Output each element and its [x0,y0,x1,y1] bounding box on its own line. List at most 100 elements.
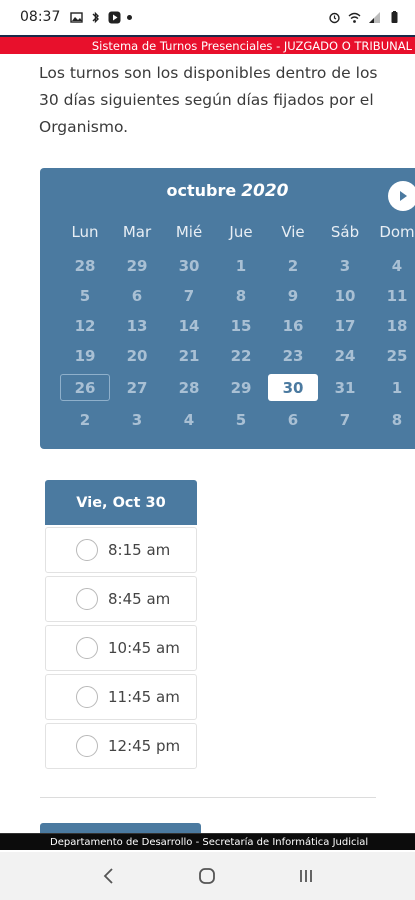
status-right-icons [328,10,401,24]
image-icon [70,11,84,23]
calendar-day[interactable]: 8 [371,406,415,433]
calendar-day[interactable]: 29 [111,252,163,279]
alarm-icon [329,12,340,23]
weekday-label: Lun [71,223,99,241]
calendar-day[interactable]: 25 [371,342,415,369]
radio-button[interactable] [76,637,98,659]
chevron-right-icon [400,191,407,201]
back-icon [103,868,113,884]
time-slot[interactable]: 8:15 am [45,527,197,573]
calendar-day[interactable]: 4 [371,252,415,279]
calendar-day[interactable]: 11 [371,282,415,309]
calendar-day[interactable]: 15 [215,312,267,339]
calendar-week-row: 28 29 30 1 2 3 4 [59,252,415,279]
calendar-day[interactable]: 1 [371,374,415,401]
time-slot-list: 8:15 am 8:45 am 10:45 am 11:45 am 12:45 pm [45,527,197,769]
calendar-month: octubre [166,181,237,200]
weekday-label: Dom [379,223,415,241]
calendar-day[interactable]: 22 [215,342,267,369]
calendar-header: octubre 2020 [40,181,415,209]
calendar-day[interactable]: 4 [163,406,215,433]
time-slot[interactable]: 12:45 pm [45,723,197,769]
weekday-label: Sáb [330,223,360,241]
calendar-week-row: 12 13 14 15 16 17 18 [59,312,415,339]
calendar-day[interactable]: 28 [163,374,215,401]
radio-button[interactable] [76,539,98,561]
weekday-label: Mié [175,223,203,241]
calendar-day[interactable]: 2 [267,252,319,279]
time-slot[interactable]: 8:45 am [45,576,197,622]
top-banner: Sistema de Turnos Presenciales - JUZGADO… [0,35,415,54]
status-time: 08:37 [20,9,61,25]
calendar-day[interactable]: 9 [267,282,319,309]
home-button[interactable] [187,856,227,896]
calendar-day[interactable]: 20 [111,342,163,369]
calendar-day[interactable]: 27 [111,374,163,401]
calendar-day[interactable]: 6 [111,282,163,309]
top-banner-text: Sistema de Turnos Presenciales - JUZGADO… [91,38,412,53]
calendar-day[interactable]: 5 [215,406,267,433]
calendar-day[interactable]: 26 [60,374,110,401]
time-slot-label: 10:45 am [108,639,180,657]
calendar-day[interactable]: 1 [215,252,267,279]
time-slot-label: 12:45 pm [108,737,181,755]
calendar-year: 2020 [241,181,289,201]
bottom-banner-text: Departamento de Desarrollo - Secretaría … [50,836,369,848]
section-divider [40,797,376,798]
calendar-day[interactable]: 12 [59,312,111,339]
calendar-day[interactable]: 6 [267,406,319,433]
recents-button[interactable] [286,856,326,896]
radio-button[interactable] [76,588,98,610]
weekday-label: Mar [122,223,152,241]
calendar-day[interactable]: 23 [267,342,319,369]
calendar-day[interactable]: 19 [59,342,111,369]
back-button[interactable] [89,856,129,896]
calendar-day[interactable]: 13 [111,312,163,339]
calendar-day[interactable]: 21 [163,342,215,369]
weekday-header-row: Lun Mar Mié Jue Vie Sáb Dom [59,223,415,241]
battery-icon [391,10,398,23]
recents-icon [299,870,312,882]
calendar-day[interactable]: 3 [111,406,163,433]
calendar-day[interactable]: 5 [59,282,111,309]
calendar-week-row: 2345678 [59,406,415,433]
calendar-day[interactable]: 7 [163,282,215,309]
weekday-label: Jue [229,223,253,241]
calendar-day[interactable]: 30 [163,252,215,279]
bluetooth-icon [92,11,100,23]
time-slot-label: 8:45 am [108,590,171,608]
calendar-day[interactable]: 18 [371,312,415,339]
calendar-day[interactable]: 31 [319,374,371,401]
selected-date-header: Vie, Oct 30 [45,480,197,525]
bottom-banner: Departamento de Desarrollo - Secretaría … [0,833,415,850]
calendar-day[interactable]: 8 [215,282,267,309]
calendar-day[interactable]: 7 [319,406,371,433]
calendar-day[interactable]: 14 [163,312,215,339]
calendar-week-row: 19 20 21 22 23 24 25 [59,342,415,369]
calendar-day[interactable]: 17 [319,312,371,339]
dot-icon [127,14,133,20]
calendar-day[interactable]: 29 [215,374,267,401]
weekday-label: Vie [281,223,305,241]
calendar-day[interactable]: 2 [59,406,111,433]
calendar-day[interactable]: 16 [267,312,319,339]
time-slot-label: 8:15 am [108,541,171,559]
radio-button[interactable] [76,735,98,757]
system-nav-bar [0,852,415,900]
calendar-day[interactable]: 24 [319,342,371,369]
calendar-day[interactable]: 3 [319,252,371,279]
play-icon [108,11,121,23]
radio-button[interactable] [76,686,98,708]
time-slot-panel: Vie, Oct 30 8:15 am 8:45 am 10:45 am 11:45 … [45,480,197,769]
time-slot[interactable]: 11:45 am [45,674,197,720]
next-month-button[interactable] [388,181,415,211]
status-bar: 08:37 [0,0,415,34]
status-left-icons [70,11,133,24]
home-icon [199,868,216,884]
calendar-day[interactable]: 28 [59,252,111,279]
calendar-day[interactable]: 10 [319,282,371,309]
calendar-week-row: 26 27 28 29 30 31 1 [59,374,415,401]
signal-icon [369,11,380,23]
time-slot[interactable]: 10:45 am [45,625,197,671]
calendar-day-selected[interactable]: 30 [268,374,318,401]
